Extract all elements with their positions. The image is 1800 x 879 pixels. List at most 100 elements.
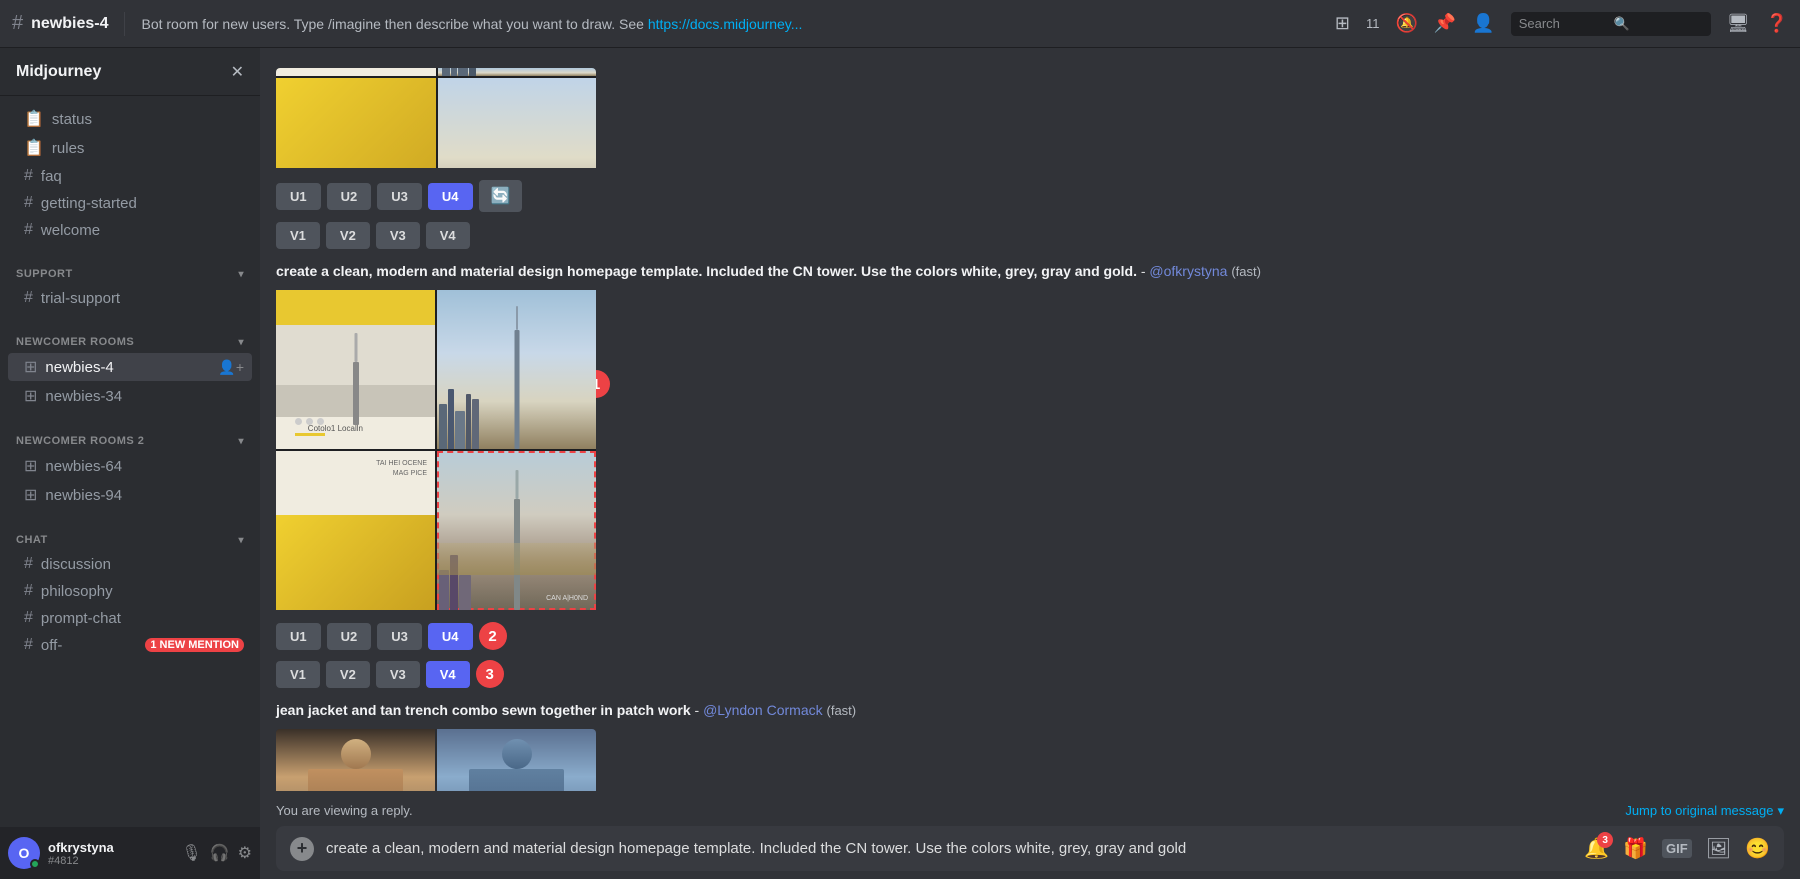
v4-button-2-active[interactable]: V4 xyxy=(426,661,470,688)
sidebar-item-newbies-64[interactable]: ⊞ newbies-64 xyxy=(8,452,252,480)
sidebar-item-off-topic[interactable]: # off- 1 NEW MENTION xyxy=(8,632,252,658)
v1-button[interactable]: V1 xyxy=(276,222,320,249)
input-wrapper: + 🔔 3 🎁 GIF 🖼 😊 xyxy=(260,822,1800,879)
sidebar-item-getting-started[interactable]: # getting-started xyxy=(8,190,252,216)
sidebar-item-label: faq xyxy=(41,168,244,185)
refresh-button[interactable]: 🔄 xyxy=(479,180,523,212)
chat-expand-icon[interactable]: ▾ xyxy=(238,535,244,546)
main-layout: Midjourney ✕ 📋 status 📋 rules # faq # ge… xyxy=(0,48,1800,879)
v4-button[interactable]: V4 xyxy=(426,222,470,249)
search-icon: 🔍 xyxy=(1614,16,1703,32)
newcomer-expand-icon[interactable]: ▾ xyxy=(238,337,244,348)
hash-icon: # xyxy=(24,636,33,654)
support-expand-icon[interactable]: ▾ xyxy=(238,269,244,280)
user-info: ofkrystyna #4812 xyxy=(48,840,173,867)
jump-to-original-button[interactable]: Jump to original message ▾ xyxy=(1625,803,1784,819)
chat-area: U1 U2 U3 U4 🔄 V1 V2 V3 V4 create a clean… xyxy=(260,48,1800,879)
sidebar-item-trial-support[interactable]: # trial-support xyxy=(8,285,252,311)
u1-button[interactable]: U1 xyxy=(276,183,321,210)
mention-lyndon[interactable]: @Lyndon Cormack xyxy=(703,702,823,718)
messages-container[interactable]: U1 U2 U3 U4 🔄 V1 V2 V3 V4 create a clean… xyxy=(260,48,1800,791)
v2-button-2[interactable]: V2 xyxy=(326,661,370,688)
gift-icon[interactable]: 🎁 xyxy=(1623,836,1648,861)
gen-image-wrapper-2: 1 Cotolo1 Localln xyxy=(276,290,596,610)
newcomer2-expand-icon[interactable]: ▾ xyxy=(238,436,244,447)
sidebar-item-newbies-94[interactable]: ⊞ newbies-94 xyxy=(8,481,252,509)
sidebar-item-faq[interactable]: # faq xyxy=(8,163,252,189)
badge-3: 3 xyxy=(476,660,504,688)
u2-button-2[interactable]: U2 xyxy=(327,623,372,650)
sidebar-item-newbies-4[interactable]: ⊞ newbies-4 👤+ xyxy=(8,353,252,381)
v3-button[interactable]: V3 xyxy=(376,222,420,249)
u3-button-2[interactable]: U3 xyxy=(377,623,422,650)
u4-button-2-active[interactable]: U4 xyxy=(428,623,473,650)
u1-button-2[interactable]: U1 xyxy=(276,623,321,650)
sidebar-item-prompt-chat[interactable]: # prompt-chat xyxy=(8,605,252,631)
u3-button[interactable]: U3 xyxy=(377,183,422,210)
chat-input[interactable] xyxy=(326,840,1572,857)
settings-icon[interactable]: ⚙ xyxy=(238,843,252,863)
buttons-row-2a: U1 U2 U3 U4 2 xyxy=(276,616,1784,654)
server-chevron-icon: ✕ xyxy=(231,62,244,82)
sidebar-item-label: philosophy xyxy=(41,583,244,600)
jump-label: Jump to original message xyxy=(1625,803,1773,818)
pin-icon[interactable]: 📌 xyxy=(1434,13,1456,34)
sticker-icon[interactable]: 🖼 xyxy=(1706,836,1731,861)
user-icons: 🎙 🎧 ⚙ xyxy=(181,843,252,863)
u4-button-active[interactable]: U4 xyxy=(428,183,473,210)
emoji-icon[interactable]: 😊 xyxy=(1745,836,1770,861)
sidebar-general-section: 📋 status 📋 rules # faq # getting-started… xyxy=(0,96,260,252)
server-header[interactable]: Midjourney ✕ xyxy=(0,48,260,96)
gen-quadrant-2-4: CAN A|H0ND xyxy=(437,451,596,610)
monitor-icon[interactable]: 🖥 xyxy=(1727,13,1750,34)
gif-icon[interactable]: GIF xyxy=(1662,839,1692,858)
sidebar-item-welcome[interactable]: # welcome xyxy=(8,217,252,243)
sidebar-item-label: newbies-34 xyxy=(45,388,244,405)
message-text-2: create a clean, modern and material desi… xyxy=(276,261,1784,282)
gen-quadrant-2-2 xyxy=(437,290,596,449)
channel-hash-icon: # xyxy=(12,12,23,35)
sidebar-item-status[interactable]: 📋 status xyxy=(8,105,252,133)
members-icon[interactable]: ⊞ xyxy=(1335,13,1350,34)
u2-button[interactable]: U2 xyxy=(327,183,372,210)
chat-input-row: + 🔔 3 🎁 GIF 🖼 😊 xyxy=(276,826,1784,871)
message-block-2: create a clean, modern and material desi… xyxy=(260,257,1800,696)
headphones-icon[interactable]: 🎧 xyxy=(210,843,230,863)
sidebar-chat-section: CHAT ▾ # discussion # philosophy # promp… xyxy=(0,518,260,667)
message-block-1: U1 U2 U3 U4 🔄 V1 V2 V3 V4 xyxy=(260,64,1800,257)
add-user-icon[interactable]: 👤+ xyxy=(218,359,244,376)
add-member-icon[interactable]: 👤 xyxy=(1472,13,1494,34)
sidebar-item-discussion[interactable]: # discussion xyxy=(8,551,252,577)
header-description: Bot room for new users. Type /imagine th… xyxy=(141,16,1326,32)
sidebar-item-philosophy[interactable]: # philosophy xyxy=(8,578,252,604)
v1-button-2[interactable]: V1 xyxy=(276,661,320,688)
newcomer-section-label: NEWCOMER ROOMS ▾ xyxy=(0,328,260,352)
notification-wrapper: 🔔 3 xyxy=(1584,836,1609,861)
docs-link[interactable]: https://docs.midjourney... xyxy=(648,16,803,32)
avatar: O xyxy=(8,837,40,869)
sidebar-item-label: welcome xyxy=(41,222,244,239)
hash-icon: # xyxy=(24,555,33,573)
gen-quadrant-2-3: TAI HEI OCENEMAG PICE xyxy=(276,451,435,610)
mute-icon[interactable]: 🔕 xyxy=(1395,13,1417,34)
help-icon[interactable]: ❓ xyxy=(1766,13,1788,34)
username: ofkrystyna xyxy=(48,840,173,855)
sidebar: Midjourney ✕ 📋 status 📋 rules # faq # ge… xyxy=(0,48,260,879)
newcomer2-section-label: NEWCOMER ROOMS 2 ▾ xyxy=(0,427,260,451)
sidebar-item-rules[interactable]: 📋 rules xyxy=(8,134,252,162)
rules-icon: 📋 xyxy=(24,138,44,158)
mention-ofkrystyna[interactable]: @ofkrystyna xyxy=(1149,263,1227,279)
v3-button-2[interactable]: V3 xyxy=(376,661,420,688)
sidebar-item-newbies-34[interactable]: ⊞ newbies-34 xyxy=(8,382,252,410)
status-icon: 📋 xyxy=(24,109,44,129)
v2-button[interactable]: V2 xyxy=(326,222,370,249)
mic-icon[interactable]: 🎙 xyxy=(181,843,201,863)
sidebar-newcomer-section: NEWCOMER ROOMS ▾ ⊞ newbies-4 👤+ ⊞ newbie… xyxy=(0,320,260,419)
gen-image-wrapper-1 xyxy=(276,68,1784,168)
search-box[interactable]: Search 🔍 xyxy=(1511,12,1711,36)
gen-quadrant-2-1: Cotolo1 Localln xyxy=(276,290,435,449)
header-icons: ⊞ 11 🔕 📌 👤 Search 🔍 🖥 ❓ xyxy=(1335,12,1788,36)
add-attachment-button[interactable]: + xyxy=(290,837,314,861)
search-placeholder: Search xyxy=(1519,16,1608,31)
input-icons: 🔔 3 🎁 GIF 🖼 😊 xyxy=(1584,836,1770,861)
